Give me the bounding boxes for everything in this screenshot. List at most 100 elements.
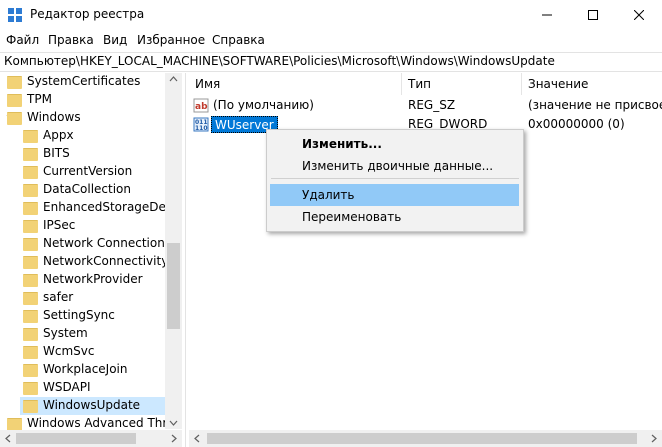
tree-item-label: BITS — [43, 146, 70, 160]
folder-icon — [23, 202, 38, 215]
folder-icon — [23, 220, 38, 233]
tree-item-datacollection[interactable]: DataCollection — [20, 181, 182, 199]
tree-item-label: NetworkConnectivitySt — [43, 254, 181, 268]
folder-icon — [23, 310, 38, 323]
tree-vertical-scrollbar[interactable] — [165, 73, 182, 429]
tree-vertical-scroll-thumb[interactable] — [167, 243, 180, 329]
folder-icon — [23, 166, 38, 179]
context-menu-rename[interactable]: Переименовать — [270, 206, 519, 228]
context-menu-modify-binary[interactable]: Изменить двоичные данные... — [270, 155, 519, 177]
tree-item-label: TPM — [27, 92, 52, 106]
tree-item-label: Windows — [27, 110, 81, 124]
tree-item-label: SettingSync — [43, 308, 115, 322]
tree-item-label: Appx — [43, 128, 74, 142]
scroll-down-icon[interactable] — [165, 417, 182, 429]
scroll-left-icon[interactable] — [2, 430, 14, 447]
tree-item-bits[interactable]: BITS — [20, 145, 182, 163]
column-header-name[interactable]: Имя — [189, 73, 402, 95]
svg-text:ab: ab — [195, 102, 208, 112]
tree-horizontal-scroll-thumb[interactable] — [16, 433, 136, 444]
maximize-icon — [588, 10, 598, 20]
scroll-right-icon[interactable] — [648, 430, 660, 447]
tree-item-networkconnectivityst[interactable]: NetworkConnectivitySt — [20, 253, 182, 271]
tree-item-currentversion[interactable]: CurrentVersion — [20, 163, 182, 181]
scroll-up-icon[interactable] — [165, 73, 182, 85]
column-header-type[interactable]: Тип — [402, 73, 522, 95]
menu-file[interactable]: Файл — [6, 33, 39, 47]
tree-item-label: NetworkProvider — [43, 272, 143, 286]
folder-icon — [23, 328, 38, 341]
tree-item-windows[interactable]: Windows — [0, 109, 165, 127]
folder-icon — [23, 184, 38, 197]
values-horizontal-scroll-thumb[interactable] — [207, 433, 637, 444]
tree-horizontal-scrollbar[interactable] — [0, 430, 182, 447]
value-type: REG_SZ — [408, 98, 456, 112]
binary-value-icon: 011 110 — [193, 117, 209, 132]
title-bar: Редактор реестра — [0, 0, 662, 30]
tree-item-networkprovider[interactable]: NetworkProvider — [20, 271, 182, 289]
tree-item-label: safer — [43, 290, 74, 304]
tree-item-windowsupdate[interactable]: WindowsUpdate — [20, 397, 182, 415]
address-bar[interactable]: Компьютер\HKEY_LOCAL_MACHINE\SOFTWARE\Po… — [0, 52, 662, 72]
folder-icon — [23, 256, 38, 269]
value-row-default[interactable]: ab (По умолчанию) REG_SZ (значение не пр… — [189, 97, 662, 115]
scroll-right-icon[interactable] — [168, 430, 180, 447]
menu-bar: Файл Правка Вид Избранное Справка — [0, 31, 662, 51]
tree-item-label: DataCollection — [43, 182, 132, 196]
folder-icon — [23, 148, 38, 161]
tree-item-label: IPSec — [43, 218, 76, 232]
folder-icon — [7, 112, 22, 125]
key-tree[interactable]: SystemCertificates TPM Windows Appx BITS Curr… — [0, 73, 182, 447]
tree-item-label: WcmSvc — [43, 344, 95, 358]
context-menu-delete-label: Удалить — [302, 188, 355, 202]
folder-icon — [23, 364, 38, 377]
tree-item-settingsync[interactable]: SettingSync — [20, 307, 182, 325]
tree-item-label: WindowsUpdate — [43, 398, 141, 412]
column-header-value[interactable]: Значение — [522, 73, 662, 95]
tree-item-label: CurrentVersion — [43, 164, 133, 178]
tree-item-network-connections[interactable]: Network Connections — [20, 235, 182, 253]
menu-view[interactable]: Вид — [103, 33, 127, 47]
minimize-button[interactable] — [524, 0, 570, 30]
tree-item-label: WSDAPI — [43, 380, 91, 394]
tree-item-label: Network Connections — [43, 236, 172, 250]
context-menu-modify-binary-label: Изменить двоичные данные... — [302, 159, 494, 173]
string-value-icon: ab — [193, 98, 209, 113]
tree-item-ipsec[interactable]: IPSec — [20, 217, 182, 235]
close-button[interactable] — [616, 0, 662, 30]
tree-item-system[interactable]: System — [20, 325, 182, 343]
tree-item-label: System — [43, 326, 88, 340]
regedit-app-icon — [8, 8, 22, 22]
tree-item-systemcertificates[interactable]: SystemCertificates — [0, 73, 165, 91]
tree-item-label: SystemCertificates — [27, 74, 141, 88]
tree-item-safer[interactable]: safer — [20, 289, 182, 307]
menu-edit[interactable]: Правка — [48, 33, 94, 47]
maximize-button[interactable] — [570, 0, 616, 30]
folder-icon — [23, 274, 38, 287]
folder-icon — [23, 238, 38, 251]
tree-item-appx[interactable]: Appx — [20, 127, 182, 145]
value-data: (значение не присвоено) — [528, 98, 662, 112]
tree-item-workplacejoin[interactable]: WorkplaceJoin — [20, 361, 182, 379]
tree-item-wcmsvc[interactable]: WcmSvc — [20, 343, 182, 361]
tree-item-label: EnhancedStorageDevic — [43, 200, 182, 214]
tree-item-tpm[interactable]: TPM — [0, 91, 165, 109]
menu-favorites[interactable]: Избранное — [137, 33, 205, 47]
folder-icon — [7, 94, 22, 107]
folder-icon — [7, 76, 22, 89]
context-menu: Изменить... Изменить двоичные данные... … — [266, 129, 524, 232]
tree-item-enhancedstoragedevic[interactable]: EnhancedStorageDevic — [20, 199, 182, 217]
values-horizontal-scrollbar[interactable] — [189, 430, 662, 447]
context-menu-modify-label: Изменить... — [302, 137, 382, 151]
context-menu-modify[interactable]: Изменить... — [270, 133, 519, 155]
minimize-icon — [542, 14, 552, 16]
address-path[interactable]: Компьютер\HKEY_LOCAL_MACHINE\SOFTWARE\Po… — [4, 54, 555, 68]
tree-item-wsdapi[interactable]: WSDAPI — [20, 379, 182, 397]
scroll-left-icon[interactable] — [191, 430, 203, 447]
value-data: 0x00000000 (0) — [528, 117, 625, 131]
folder-icon — [23, 292, 38, 305]
value-name: (По умолчанию) — [213, 98, 314, 112]
context-menu-delete[interactable]: Удалить — [270, 184, 519, 206]
menu-help[interactable]: Справка — [212, 33, 265, 47]
context-menu-rename-label: Переименовать — [302, 210, 402, 224]
